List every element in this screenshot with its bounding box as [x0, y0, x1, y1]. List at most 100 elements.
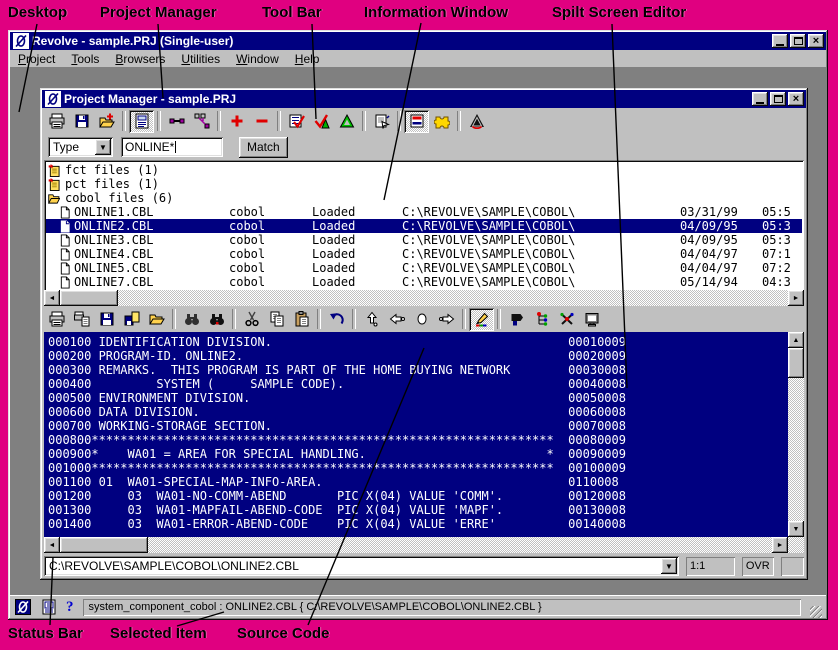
- main-title-bar[interactable]: Revolve - sample.PRJ (Single-user) ×: [10, 32, 826, 50]
- annotation-label-status-bar: Status Bar: [8, 625, 83, 642]
- editor-print-button[interactable]: [44, 308, 69, 331]
- match-button[interactable]: Match: [239, 137, 288, 158]
- chevron-down-icon[interactable]: ▼: [661, 558, 677, 574]
- editor-find-next-button[interactable]: [204, 308, 229, 331]
- scrollbar-thumb[interactable]: [60, 537, 148, 553]
- file-row[interactable]: ONLINE7.CBLcobolLoadedC:\REVOLVE\SAMPLE\…: [46, 275, 802, 289]
- pm-print-button[interactable]: [44, 110, 69, 133]
- main-close-button[interactable]: ×: [808, 34, 824, 48]
- pm-delta-button[interactable]: [334, 110, 359, 133]
- file-type: cobol: [229, 206, 312, 219]
- pattern-input[interactable]: ONLINE*: [121, 137, 223, 157]
- menu-window[interactable]: Window: [228, 51, 287, 67]
- pm-analyze-button[interactable]: [464, 110, 489, 133]
- scroll-down-icon[interactable]: ▼: [788, 521, 804, 537]
- minimize-icon: [756, 102, 764, 104]
- scrollbar-thumb[interactable]: [788, 348, 804, 378]
- editor-save-button[interactable]: [94, 308, 119, 331]
- pm-link-components-button[interactable]: [164, 110, 189, 133]
- file-path-combobox[interactable]: C:\REVOLVE\SAMPLE\COBOL\ONLINE2.CBL ▼: [44, 556, 679, 576]
- pm-add-files-button[interactable]: [94, 110, 119, 133]
- editor-undo-button[interactable]: [324, 308, 349, 331]
- pm-properties-button[interactable]: [369, 110, 394, 133]
- scroll-up-icon[interactable]: ▲: [788, 332, 804, 348]
- editor-copy-button[interactable]: [264, 308, 289, 331]
- file-group-row[interactable]: fct files (1): [46, 163, 802, 177]
- help-icon[interactable]: ?: [66, 599, 74, 616]
- file-name: ONLINE7.CBL: [74, 276, 229, 289]
- file-row[interactable]: ONLINE3.CBLcobolLoadedC:\REVOLVE\SAMPLE\…: [46, 233, 802, 247]
- menu-browsers[interactable]: Browsers: [107, 51, 173, 67]
- revolve-logo-icon[interactable]: [14, 599, 31, 616]
- pm-minimize-button[interactable]: [752, 92, 768, 106]
- menu-help[interactable]: Help: [287, 51, 328, 67]
- file-status: Loaded: [312, 206, 402, 219]
- editor-bookmark-button[interactable]: [504, 308, 529, 331]
- pm-report-button[interactable]: [129, 110, 154, 133]
- editor-open-button[interactable]: [144, 308, 169, 331]
- editor-go-back-button[interactable]: [384, 308, 409, 331]
- menu-utilities[interactable]: Utilities: [173, 51, 228, 67]
- editor-find-button[interactable]: [179, 308, 204, 331]
- pm-puzzle-button[interactable]: [429, 110, 454, 133]
- editor-cut-button[interactable]: [239, 308, 264, 331]
- editor-paste-button[interactable]: [289, 308, 314, 331]
- file-row[interactable]: ONLINE5.CBLcobolLoadedC:\REVOLVE\SAMPLE\…: [46, 261, 802, 275]
- editor-go-forward-button[interactable]: [434, 308, 459, 331]
- scroll-right-icon[interactable]: ►: [788, 290, 804, 306]
- type-combobox[interactable]: Type ▼: [48, 137, 113, 157]
- menu-tools[interactable]: Tools: [63, 51, 107, 67]
- file-name: ONLINE3.CBL: [74, 234, 229, 247]
- page-icon: [59, 262, 74, 275]
- pm-verify-list-button[interactable]: [284, 110, 309, 133]
- status-bar: ? system_component_cobol : ONLINE2.CBL {…: [10, 595, 826, 618]
- source-code-area[interactable]: 000100 IDENTIFICATION DIVISION. 00010009…: [44, 332, 788, 537]
- file-row[interactable]: ONLINE4.CBLcobolLoadedC:\REVOLVE\SAMPLE\…: [46, 247, 802, 261]
- pm-maximize-button[interactable]: [770, 92, 786, 106]
- save-icon: [98, 311, 115, 328]
- pm-scatter-button[interactable]: [189, 110, 214, 133]
- main-maximize-button[interactable]: [790, 34, 806, 48]
- file-list-hscrollbar[interactable]: ◄ ►: [44, 290, 804, 306]
- editor-current-button[interactable]: [409, 308, 434, 331]
- editor-print-page-button[interactable]: [69, 308, 94, 331]
- pm-title-bar[interactable]: Project Manager - sample.PRJ ×: [42, 90, 806, 108]
- scroll-right-icon[interactable]: ►: [772, 537, 788, 553]
- cursor-position-indicator: 1:1: [686, 557, 735, 576]
- annotation-label-information-window: Information Window: [364, 4, 508, 21]
- editor-save-as-button[interactable]: [119, 308, 144, 331]
- scrollbar-thumb[interactable]: [60, 290, 118, 306]
- file-group-row[interactable]: pct files (1): [46, 177, 802, 191]
- annotation-label-desktop: Desktop: [8, 4, 67, 21]
- source-code-text: 000100 IDENTIFICATION DIVISION. 00010009…: [44, 332, 788, 531]
- file-date: 04/04/97: [680, 248, 762, 261]
- editor-tree-marks-button[interactable]: [529, 308, 554, 331]
- component-list-icon[interactable]: [40, 599, 57, 616]
- file-group-row[interactable]: cobol files (6): [46, 191, 802, 205]
- file-row[interactable]: ONLINE2.CBLcobolLoadedC:\REVOLVE\SAMPLE\…: [46, 219, 802, 233]
- menu-bar: ProjectToolsBrowsersUtilitiesWindowHelp: [10, 50, 826, 67]
- chevron-down-icon[interactable]: ▼: [95, 139, 111, 155]
- resize-grip[interactable]: [810, 606, 822, 618]
- editor-status-extra: [781, 557, 804, 576]
- pm-split-view-button[interactable]: [404, 110, 429, 133]
- pm-close-button[interactable]: ×: [788, 92, 804, 106]
- scroll-left-icon[interactable]: ◄: [44, 537, 60, 553]
- menu-project[interactable]: Project: [10, 51, 63, 67]
- editor-hscrollbar[interactable]: ◄ ►: [44, 537, 804, 553]
- annotation-label-spilt-screen-editor: Spilt Screen Editor: [552, 4, 686, 21]
- editor-go-top-button[interactable]: [359, 308, 384, 331]
- print-icon: [48, 311, 65, 328]
- pm-add-item-button[interactable]: [224, 110, 249, 133]
- file-date: 04/04/97: [680, 262, 762, 275]
- pm-save-button[interactable]: [69, 110, 94, 133]
- pm-verify-check-button[interactable]: [309, 110, 334, 133]
- editor-screen-button[interactable]: [579, 308, 604, 331]
- file-row[interactable]: ONLINE1.CBLcobolLoadedC:\REVOLVE\SAMPLE\…: [46, 205, 802, 219]
- scroll-left-icon[interactable]: ◄: [44, 290, 60, 306]
- main-minimize-button[interactable]: [772, 34, 788, 48]
- pm-remove-item-button[interactable]: [249, 110, 274, 133]
- editor-highlight-pencil-button[interactable]: [469, 308, 494, 331]
- editor-vscrollbar[interactable]: ▲ ▼: [788, 332, 804, 537]
- editor-clear-marks-button[interactable]: [554, 308, 579, 331]
